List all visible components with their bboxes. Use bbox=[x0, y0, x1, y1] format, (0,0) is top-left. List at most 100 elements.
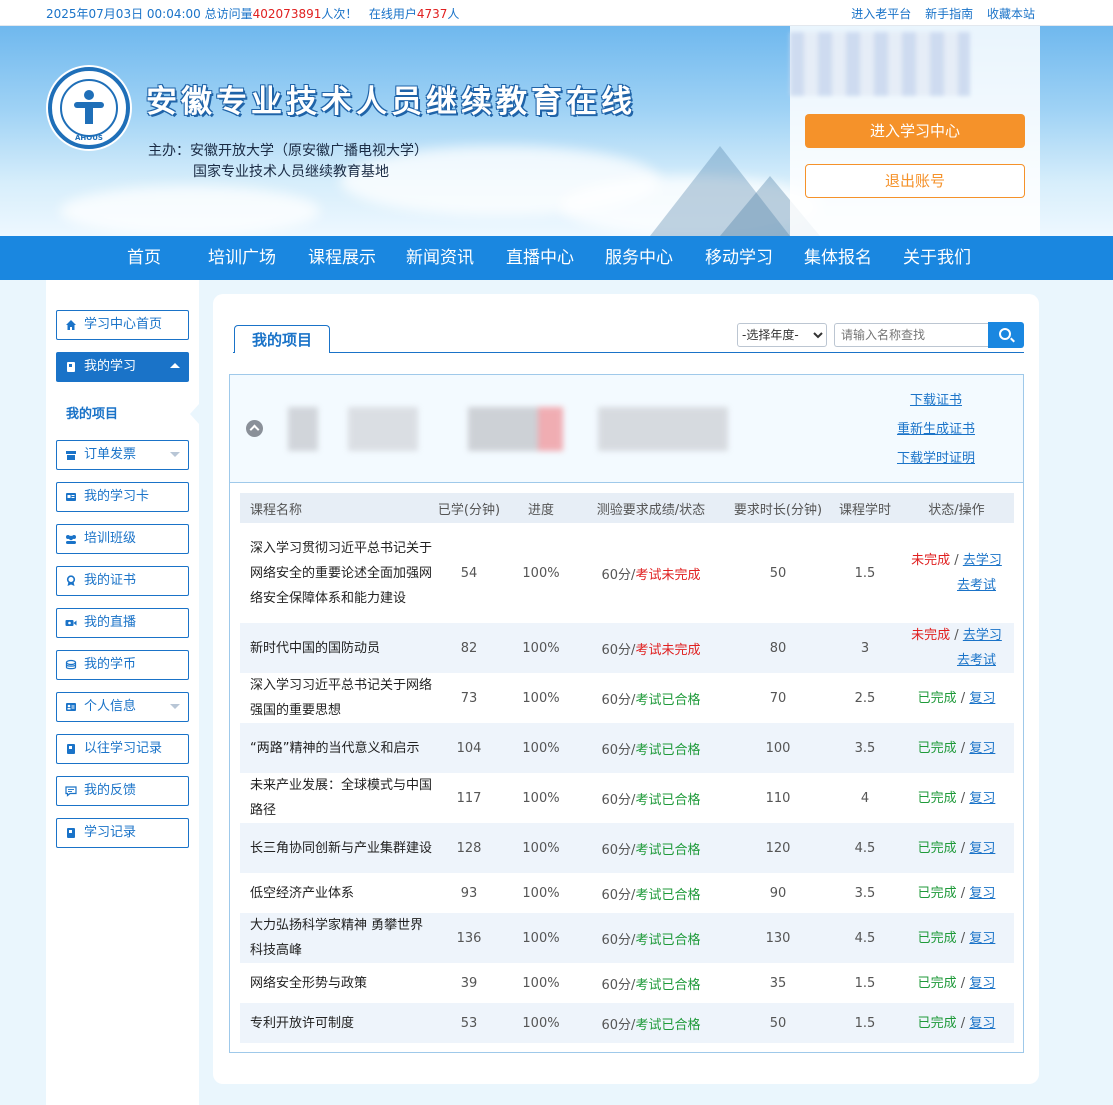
main-nav: 首页 培训广场 课程展示 新闻资讯 直播中心 服务中心 移动学习 集体报名 关于… bbox=[0, 236, 1113, 280]
col-status-ops: 状态/操作 bbox=[899, 493, 1014, 523]
status-text: 已完成 bbox=[917, 975, 957, 991]
sidebar-item-past-records[interactable]: 以往学习记录 bbox=[56, 734, 189, 764]
sidebar-item-label: 个人信息 bbox=[84, 699, 137, 714]
sidebar-item-label: 学习记录 bbox=[84, 825, 137, 840]
nav-group-enroll[interactable]: 集体报名 bbox=[804, 236, 872, 280]
status-text: 未完成 bbox=[911, 628, 951, 643]
sidebar-item-my-study-card[interactable]: 我的学习卡 bbox=[56, 482, 189, 512]
sidebar-item-personal-info[interactable]: 个人信息 bbox=[56, 692, 189, 722]
year-select[interactable]: -选择年度- bbox=[737, 323, 827, 347]
sidebar-item-my-coins[interactable]: 我的学币 bbox=[56, 650, 189, 680]
beginner-guide-link[interactable]: 新手指南 bbox=[925, 7, 973, 21]
col-course-name: 课程名称 bbox=[240, 493, 433, 523]
course-name-cell: “两路”精神的当代意义和启示 bbox=[240, 723, 433, 773]
learned-minutes-cell: 73 bbox=[460, 690, 478, 706]
course-name-cell: 未来产业发展：全球模式与中国路径 bbox=[250, 778, 433, 818]
user-avatar-blurred bbox=[790, 32, 970, 96]
progress-cell: 100% bbox=[522, 975, 560, 991]
table-body: 深入学习贯彻习近平总书记关于网络安全的重要论述全面加强网络安全保障体系和能力建设… bbox=[240, 523, 1014, 1043]
score-prefix: 60分/ bbox=[601, 887, 636, 903]
score-prefix: 60分/ bbox=[601, 742, 636, 758]
exam-status-text: 考试已合格 bbox=[635, 792, 701, 808]
status-text: 已完成 bbox=[917, 930, 957, 946]
search-button[interactable] bbox=[988, 322, 1024, 348]
download-hours-proof-link[interactable]: 下载学时证明 bbox=[891, 449, 981, 478]
collapse-chevron-icon[interactable] bbox=[246, 420, 263, 437]
sidebar-item-my-certificates[interactable]: 我的证书 bbox=[56, 566, 189, 596]
course-hours-cell: 2.5 bbox=[854, 690, 876, 706]
nav-service-center[interactable]: 服务中心 bbox=[605, 236, 673, 280]
review-link[interactable]: 复习 bbox=[969, 976, 995, 991]
nav-course-showcase[interactable]: 课程展示 bbox=[308, 236, 376, 280]
status-ops-cell: 已完成 / 复习 bbox=[899, 823, 1014, 873]
chevron-down-icon bbox=[170, 452, 180, 457]
old-platform-link[interactable]: 进入老平台 bbox=[851, 7, 911, 21]
review-link[interactable]: 复习 bbox=[969, 741, 995, 756]
nav-home[interactable]: 首页 bbox=[127, 236, 161, 280]
sidebar-item-my-live[interactable]: 我的直播 bbox=[56, 608, 189, 638]
sidebar-item-learning-home[interactable]: 学习中心首页 bbox=[56, 310, 189, 340]
review-link[interactable]: 复习 bbox=[969, 931, 995, 946]
progress-cell: 100% bbox=[505, 623, 577, 673]
search-input[interactable] bbox=[834, 323, 988, 347]
review-link[interactable]: 复习 bbox=[969, 886, 995, 901]
top-links: 进入老平台 新手指南 收藏本站 bbox=[841, 5, 1035, 22]
book-icon bbox=[67, 828, 75, 838]
site-logo[interactable]: AHOUS bbox=[48, 67, 130, 149]
sidebar-item-label: 培训班级 bbox=[84, 531, 137, 546]
nav-mobile-learning[interactable]: 移动学习 bbox=[705, 236, 773, 280]
course-name-cell: 深入学习习近平总书记关于网络强国的重要思想 bbox=[250, 678, 433, 718]
book-icon bbox=[67, 744, 75, 754]
progress-cell: 100% bbox=[522, 690, 560, 706]
go-exam-link[interactable]: 去考试 bbox=[957, 653, 996, 668]
sidebar-item-my-learning[interactable]: 我的学习 bbox=[56, 352, 189, 382]
nav-live-center[interactable]: 直播中心 bbox=[506, 236, 574, 280]
status-ops-cell: 已完成 / 复习 bbox=[917, 790, 996, 806]
review-link[interactable]: 复习 bbox=[969, 1016, 995, 1031]
enter-learning-center-button[interactable]: 进入学习中心 bbox=[805, 114, 1025, 148]
score-prefix: 60分/ bbox=[601, 842, 636, 858]
go-study-link[interactable]: 去学习 bbox=[963, 628, 1002, 643]
table-row: 网络安全形势与政策 39 100% 60分/考试已合格 35 1.5 已完成 / 复习 bbox=[240, 963, 1014, 1003]
review-link[interactable]: 复习 bbox=[969, 841, 995, 856]
course-name-cell: 网络安全形势与政策 bbox=[250, 975, 368, 991]
regenerate-certificate-link[interactable]: 重新生成证书 bbox=[891, 420, 981, 449]
review-link[interactable]: 复习 bbox=[969, 691, 995, 706]
sidebar-item-label: 以往学习记录 bbox=[84, 741, 163, 756]
col-learned-minutes: 已学(分钟) bbox=[433, 493, 505, 523]
progress-cell: 100% bbox=[522, 885, 560, 901]
sidebar-item-label: 我的学习 bbox=[84, 359, 137, 374]
nav-about-us[interactable]: 关于我们 bbox=[903, 236, 971, 280]
score-prefix: 60分/ bbox=[601, 692, 636, 708]
tab-my-projects[interactable]: 我的项目 bbox=[234, 325, 330, 353]
exam-status-text: 考试已合格 bbox=[635, 1017, 701, 1033]
nav-training-plaza[interactable]: 培训广场 bbox=[208, 236, 276, 280]
status-ops-cell: 未完成 / 去学习 去考试 bbox=[899, 623, 1014, 673]
logout-button[interactable]: 退出账号 bbox=[805, 164, 1025, 198]
logo-emblem bbox=[60, 79, 118, 137]
nav-news[interactable]: 新闻资讯 bbox=[406, 236, 474, 280]
learned-minutes-cell: 104 bbox=[433, 723, 505, 773]
review-link[interactable]: 复习 bbox=[969, 791, 995, 806]
exam-status-cell: 60分/考试已合格 bbox=[577, 913, 725, 963]
sidebar-item-my-feedback[interactable]: 我的反馈 bbox=[56, 776, 189, 806]
exam-status-text: 考试未完成 bbox=[635, 642, 701, 658]
bookmark-site-link[interactable]: 收藏本站 bbox=[987, 7, 1035, 21]
status-ops-cell: 已完成 / 复习 bbox=[917, 885, 996, 901]
sidebar-item-study-records[interactable]: 学习记录 bbox=[56, 818, 189, 848]
go-study-link[interactable]: 去学习 bbox=[963, 553, 1002, 568]
download-certificate-link[interactable]: 下载证书 bbox=[891, 391, 981, 420]
progress-cell: 100% bbox=[505, 913, 577, 963]
course-hours-cell: 4.5 bbox=[831, 913, 899, 963]
status-text: 已完成 bbox=[917, 690, 957, 706]
course-name-cell: 长三角协同创新与产业集群建设 bbox=[240, 823, 433, 873]
sidebar-item-orders-invoices[interactable]: 订单发票 bbox=[56, 440, 189, 470]
project-links: 下载证书 重新生成证书 下载学时证明 bbox=[891, 391, 981, 478]
progress-cell: 100% bbox=[505, 1003, 577, 1043]
status-text: 已完成 bbox=[917, 840, 957, 856]
course-name-cell: 大力弘扬科学家精神 勇攀世界科技高峰 bbox=[240, 913, 433, 963]
go-exam-link[interactable]: 去考试 bbox=[957, 578, 996, 593]
sidebar-item-training-class[interactable]: 培训班级 bbox=[56, 524, 189, 554]
site-title: 安徽专业技术人员继续教育在线 bbox=[146, 84, 636, 120]
sidebar-subitem-my-projects[interactable]: 我的项目 bbox=[66, 403, 118, 422]
